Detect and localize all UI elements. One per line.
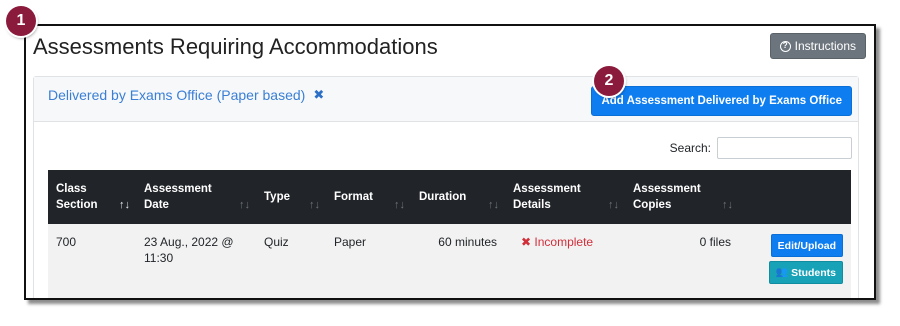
cell-duration: 60 minutes [411,224,505,298]
column-header-assessment-details[interactable]: Assessment Details ↑↓ [505,170,625,224]
sort-icon[interactable]: ↑↓ [394,197,405,213]
search-row: Search: [670,137,852,159]
column-label: Format [334,191,373,203]
question-circle-icon: ? [779,40,791,52]
cell-actions: Edit/Upload 👥 Students [739,224,851,298]
assessments-table: Class Section ↑↓ Assessment Date ↑↓ Type ↑… [48,170,851,298]
close-icon[interactable]: ✖ [313,87,324,103]
column-header-duration[interactable]: Duration ↑↓ [411,170,505,224]
cell-class-section: 700 [48,224,136,298]
column-header-assessment-date[interactable]: Assessment Date ↑↓ [136,170,256,224]
users-icon: 👥 [775,266,789,278]
sort-asc-icon[interactable]: ↑↓ [119,197,130,213]
sort-icon[interactable]: ↑↓ [309,197,320,213]
callout-marker-2: 2 [594,66,624,96]
column-label: Assessment Details [513,183,581,211]
instructions-label: Instructions [794,39,856,53]
search-input[interactable] [717,137,852,159]
cell-copies: 0 files [625,224,739,298]
column-header-assessment-copies[interactable]: Assessment Copies ↑↓ [625,170,739,224]
cell-format: Paper [326,224,411,298]
column-header-type[interactable]: Type ↑↓ [256,170,326,224]
column-header-format[interactable]: Format ↑↓ [326,170,411,224]
sort-icon[interactable]: ↑↓ [488,197,499,213]
status-label: Incomplete [534,235,594,249]
cell-date: 23 Aug., 2022 @11:30 [136,224,256,298]
students-label: Students [791,266,836,279]
page-title: Assessments Requiring Accommodations [33,34,438,59]
cell-details: ✖ Incomplete [505,224,625,298]
column-header-class-section[interactable]: Class Section ↑↓ [48,170,136,224]
sort-icon[interactable]: ↑↓ [722,197,733,213]
table-row: 700 23 Aug., 2022 @11:30 Quiz Paper 60 m… [48,224,851,298]
filter-tag: Delivered by Exams Office (Paper based) … [48,87,324,103]
column-label: Class Section [56,183,98,211]
column-label: Duration [419,191,467,203]
column-label: Assessment Date [144,183,212,211]
column-label: Assessment Copies [633,183,701,211]
students-button[interactable]: 👥 Students [768,261,843,284]
callout-marker-1: 1 [6,6,36,36]
edit-upload-button[interactable]: Edit/Upload [770,234,843,257]
sort-icon[interactable]: ↑↓ [239,197,250,213]
screenshot-frame: Assessments Requiring Accommodations ? I… [24,24,876,300]
sort-icon[interactable]: ↑↓ [608,197,619,213]
column-header-actions [739,170,851,224]
add-assessment-button[interactable]: Add Assessment Delivered by Exams Office [591,86,852,116]
table-header-row: Class Section ↑↓ Assessment Date ↑↓ Type ↑… [48,170,851,224]
search-label: Search: [669,141,711,155]
column-label: Type [264,191,290,203]
assessments-card: Delivered by Exams Office (Paper based) … [33,76,859,298]
close-icon: ✖ [521,235,532,249]
incomplete-status: ✖ Incomplete [521,235,593,249]
row-actions: Edit/Upload 👥 Students [747,234,843,288]
cell-type: Quiz [256,224,326,298]
filter-label: Delivered by Exams Office (Paper based) [48,87,306,103]
card-header: Delivered by Exams Office (Paper based) … [34,77,858,122]
instructions-button[interactable]: ? Instructions [769,33,866,59]
